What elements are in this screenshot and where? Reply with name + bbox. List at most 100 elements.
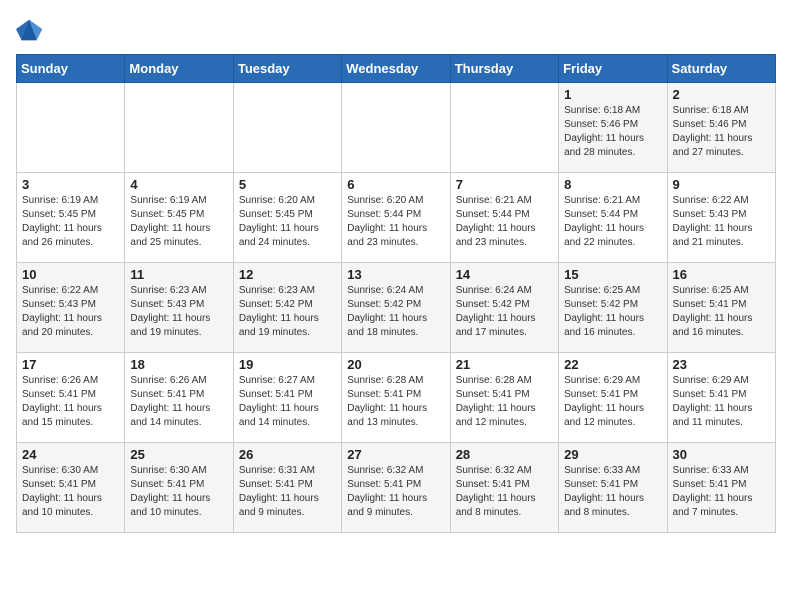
- calendar-cell: 2 Sunrise: 6:18 AM Sunset: 5:46 PM Daylig…: [667, 83, 775, 173]
- calendar-day-header: Friday: [559, 55, 667, 83]
- calendar-day-header: Tuesday: [233, 55, 341, 83]
- day-info: Sunrise: 6:22 AM Sunset: 5:43 PM Dayligh…: [22, 284, 119, 340]
- logo: [16, 16, 48, 44]
- day-number: 17: [22, 357, 119, 372]
- day-number: 9: [673, 177, 770, 192]
- day-number: 29: [564, 447, 661, 462]
- calendar-cell: 20 Sunrise: 6:28 AM Sunset: 5:41 PM Dayli…: [342, 353, 450, 443]
- day-number: 1: [564, 87, 661, 102]
- day-number: 2: [673, 87, 770, 102]
- calendar-table: SundayMondayTuesdayWednesdayThursdayFrid…: [16, 54, 776, 533]
- calendar-day-header: Wednesday: [342, 55, 450, 83]
- calendar-cell: 22Sunrise: 6:29 AM Sunset: 5:41 PM Dayli…: [559, 353, 667, 443]
- day-info: Sunrise: 6:33 AM Sunset: 5:41 PM Dayligh…: [673, 464, 770, 520]
- day-number: 28: [456, 447, 553, 462]
- day-number: 25: [130, 447, 227, 462]
- calendar-cell: 28Sunrise: 6:32 AM Sunset: 5:41 PM Dayli…: [450, 443, 558, 533]
- day-info: Sunrise: 6:18 AM Sunset: 5:46 PM Dayligh…: [673, 104, 770, 160]
- calendar-cell: [17, 83, 125, 173]
- calendar-cell: 3 Sunrise: 6:19 AM Sunset: 5:45 PM Daylig…: [17, 173, 125, 263]
- calendar-week-row: 10 Sunrise: 6:22 AM Sunset: 5:43 PM Dayli…: [17, 263, 776, 353]
- calendar-cell: [125, 83, 233, 173]
- calendar-cell: 5 Sunrise: 6:20 AM Sunset: 5:45 PM Daylig…: [233, 173, 341, 263]
- day-info: Sunrise: 6:28 AM Sunset: 5:41 PM Dayligh…: [456, 374, 553, 430]
- header: [16, 16, 776, 44]
- day-info: Sunrise: 6:33 AM Sunset: 5:41 PM Dayligh…: [564, 464, 661, 520]
- calendar-day-header: Monday: [125, 55, 233, 83]
- day-number: 14: [456, 267, 553, 282]
- day-number: 7: [456, 177, 553, 192]
- calendar-week-row: 24 Sunrise: 6:30 AM Sunset: 5:41 PM Dayli…: [17, 443, 776, 533]
- day-info: Sunrise: 6:25 AM Sunset: 5:41 PM Dayligh…: [673, 284, 770, 340]
- day-info: Sunrise: 6:24 AM Sunset: 5:42 PM Dayligh…: [456, 284, 553, 340]
- calendar-cell: 11 Sunrise: 6:23 AM Sunset: 5:43 PM Dayli…: [125, 263, 233, 353]
- day-info: Sunrise: 6:22 AM Sunset: 5:43 PM Dayligh…: [673, 194, 770, 250]
- day-number: 12: [239, 267, 336, 282]
- page: SundayMondayTuesdayWednesdayThursdayFrid…: [0, 0, 792, 549]
- calendar-day-header: Sunday: [17, 55, 125, 83]
- calendar-cell: [342, 83, 450, 173]
- day-info: Sunrise: 6:30 AM Sunset: 5:41 PM Dayligh…: [22, 464, 119, 520]
- day-info: Sunrise: 6:24 AM Sunset: 5:42 PM Dayligh…: [347, 284, 444, 340]
- calendar-cell: 25 Sunrise: 6:30 AM Sunset: 5:41 PM Dayli…: [125, 443, 233, 533]
- day-info: Sunrise: 6:26 AM Sunset: 5:41 PM Dayligh…: [22, 374, 119, 430]
- day-number: 24: [22, 447, 119, 462]
- day-info: Sunrise: 6:21 AM Sunset: 5:44 PM Dayligh…: [564, 194, 661, 250]
- calendar-cell: 4 Sunrise: 6:19 AM Sunset: 5:45 PM Daylig…: [125, 173, 233, 263]
- day-number: 8: [564, 177, 661, 192]
- day-number: 5: [239, 177, 336, 192]
- calendar-cell: 26Sunrise: 6:31 AM Sunset: 5:41 PM Dayli…: [233, 443, 341, 533]
- calendar-cell: 1 Sunrise: 6:18 AM Sunset: 5:46 PM Daylig…: [559, 83, 667, 173]
- calendar-cell: 23 Sunrise: 6:29 AM Sunset: 5:41 PM Dayli…: [667, 353, 775, 443]
- day-number: 27: [347, 447, 444, 462]
- day-number: 11: [130, 267, 227, 282]
- day-info: Sunrise: 6:29 AM Sunset: 5:41 PM Dayligh…: [564, 374, 661, 430]
- day-number: 6: [347, 177, 444, 192]
- day-info: Sunrise: 6:25 AM Sunset: 5:42 PM Dayligh…: [564, 284, 661, 340]
- day-info: Sunrise: 6:26 AM Sunset: 5:41 PM Dayligh…: [130, 374, 227, 430]
- day-number: 21: [456, 357, 553, 372]
- day-info: Sunrise: 6:21 AM Sunset: 5:44 PM Dayligh…: [456, 194, 553, 250]
- calendar-cell: 10 Sunrise: 6:22 AM Sunset: 5:43 PM Dayli…: [17, 263, 125, 353]
- day-number: 15: [564, 267, 661, 282]
- calendar-cell: [450, 83, 558, 173]
- day-info: Sunrise: 6:32 AM Sunset: 5:41 PM Dayligh…: [347, 464, 444, 520]
- day-info: Sunrise: 6:18 AM Sunset: 5:46 PM Dayligh…: [564, 104, 661, 160]
- day-number: 13: [347, 267, 444, 282]
- day-info: Sunrise: 6:19 AM Sunset: 5:45 PM Dayligh…: [130, 194, 227, 250]
- calendar-cell: 24 Sunrise: 6:30 AM Sunset: 5:41 PM Dayli…: [17, 443, 125, 533]
- day-info: Sunrise: 6:29 AM Sunset: 5:41 PM Dayligh…: [673, 374, 770, 430]
- day-number: 3: [22, 177, 119, 192]
- day-number: 4: [130, 177, 227, 192]
- day-number: 30: [673, 447, 770, 462]
- calendar-cell: 9 Sunrise: 6:22 AM Sunset: 5:43 PM Daylig…: [667, 173, 775, 263]
- calendar-cell: [233, 83, 341, 173]
- calendar-cell: 27 Sunrise: 6:32 AM Sunset: 5:41 PM Dayli…: [342, 443, 450, 533]
- calendar-cell: 30 Sunrise: 6:33 AM Sunset: 5:41 PM Dayli…: [667, 443, 775, 533]
- day-info: Sunrise: 6:30 AM Sunset: 5:41 PM Dayligh…: [130, 464, 227, 520]
- day-number: 18: [130, 357, 227, 372]
- day-info: Sunrise: 6:23 AM Sunset: 5:43 PM Dayligh…: [130, 284, 227, 340]
- calendar-cell: 6 Sunrise: 6:20 AM Sunset: 5:44 PM Daylig…: [342, 173, 450, 263]
- day-info: Sunrise: 6:20 AM Sunset: 5:45 PM Dayligh…: [239, 194, 336, 250]
- day-info: Sunrise: 6:20 AM Sunset: 5:44 PM Dayligh…: [347, 194, 444, 250]
- calendar-cell: 18 Sunrise: 6:26 AM Sunset: 5:41 PM Dayli…: [125, 353, 233, 443]
- calendar-cell: 19Sunrise: 6:27 AM Sunset: 5:41 PM Dayli…: [233, 353, 341, 443]
- day-number: 23: [673, 357, 770, 372]
- calendar-cell: 12Sunrise: 6:23 AM Sunset: 5:42 PM Dayli…: [233, 263, 341, 353]
- calendar-cell: 21 Sunrise: 6:28 AM Sunset: 5:41 PM Dayli…: [450, 353, 558, 443]
- calendar-day-header: Saturday: [667, 55, 775, 83]
- day-number: 26: [239, 447, 336, 462]
- day-number: 10: [22, 267, 119, 282]
- calendar-cell: 8 Sunrise: 6:21 AM Sunset: 5:44 PM Daylig…: [559, 173, 667, 263]
- calendar-cell: 16Sunrise: 6:25 AM Sunset: 5:41 PM Dayli…: [667, 263, 775, 353]
- calendar-cell: 29 Sunrise: 6:33 AM Sunset: 5:41 PM Dayli…: [559, 443, 667, 533]
- day-info: Sunrise: 6:28 AM Sunset: 5:41 PM Dayligh…: [347, 374, 444, 430]
- calendar-day-header: Thursday: [450, 55, 558, 83]
- day-number: 20: [347, 357, 444, 372]
- calendar-cell: 17 Sunrise: 6:26 AM Sunset: 5:41 PM Dayli…: [17, 353, 125, 443]
- calendar-header-row: SundayMondayTuesdayWednesdayThursdayFrid…: [17, 55, 776, 83]
- calendar-cell: 14 Sunrise: 6:24 AM Sunset: 5:42 PM Dayli…: [450, 263, 558, 353]
- day-info: Sunrise: 6:19 AM Sunset: 5:45 PM Dayligh…: [22, 194, 119, 250]
- day-number: 19: [239, 357, 336, 372]
